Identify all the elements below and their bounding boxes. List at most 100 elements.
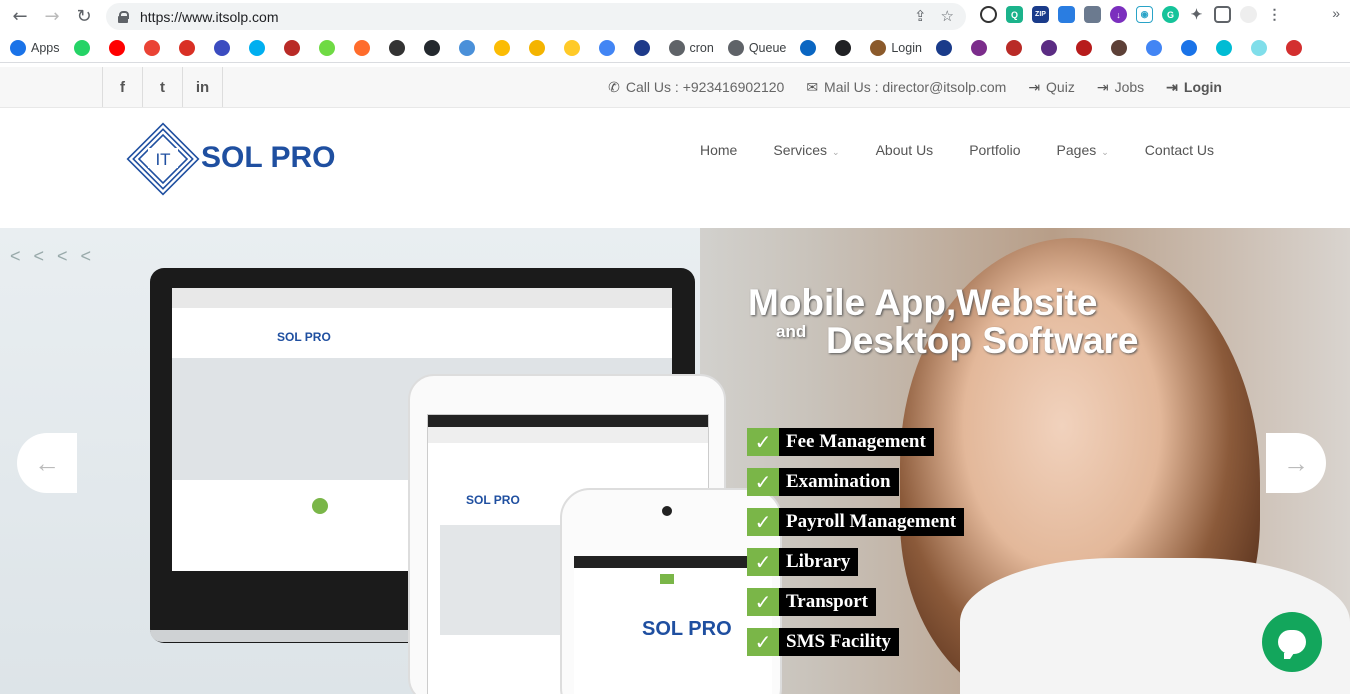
main-menu: Home Services ⌄ About Us Portfolio Pages ⌄ Cont… xyxy=(700,142,1250,158)
back-arrow-icon[interactable]: ← xyxy=(8,5,32,29)
facebook-icon[interactable]: f xyxy=(103,67,143,107)
hero-slider: < < < < SOL PRO SOL PRO SOL PRO Mobile A… xyxy=(0,228,1350,694)
quora-icon xyxy=(1005,39,1022,56)
grammarly-icon[interactable]: G xyxy=(1162,6,1179,23)
bookmark-item[interactable] xyxy=(1040,39,1062,56)
download-icon[interactable]: ↓ xyxy=(1110,6,1127,23)
bookmark-item[interactable] xyxy=(213,39,235,56)
headline-and: and xyxy=(776,322,807,341)
link-icon xyxy=(598,39,615,56)
feature-item: ✓ Transport xyxy=(747,588,964,616)
bookmark-item[interactable] xyxy=(563,39,585,56)
bookmark-item[interactable] xyxy=(178,39,200,56)
bookmark-item[interactable] xyxy=(1250,39,1272,56)
extension-q-icon[interactable]: Q xyxy=(1006,6,1023,23)
bookmark-item[interactable] xyxy=(800,39,821,56)
more-bookmarks-icon[interactable]: » xyxy=(1332,5,1340,21)
mail-link[interactable]: ✉ Mail Us : director@itsolp.com xyxy=(806,79,1006,96)
nav-item-pages[interactable]: Pages ⌄ xyxy=(1057,142,1109,158)
nav-item-label: Services xyxy=(773,142,828,158)
bookmark-item[interactable] xyxy=(835,39,856,56)
bookmark-item[interactable] xyxy=(318,39,340,56)
bookmark-item[interactable] xyxy=(970,39,992,56)
bookmark-item[interactable] xyxy=(458,39,480,56)
github-icon xyxy=(423,39,440,56)
url-text[interactable]: https://www.itsolp.com xyxy=(140,9,279,25)
jobs-link[interactable]: ⇥ Jobs xyxy=(1097,79,1144,96)
login-link[interactable]: ⇥ Login xyxy=(1166,79,1222,96)
share-icon[interactable]: ⇪ xyxy=(914,7,927,25)
quiz-link[interactable]: ⇥ Quiz xyxy=(1028,79,1075,96)
bookmark-item[interactable] xyxy=(493,39,515,56)
bookmark-item[interactable] xyxy=(1145,39,1167,56)
eye-icon[interactable]: ◉ xyxy=(1136,6,1153,23)
bookmark-item[interactable]: cron xyxy=(668,39,714,56)
bookmark-item[interactable] xyxy=(1285,39,1307,56)
bookmark-item[interactable] xyxy=(423,39,445,56)
sidepanel-icon[interactable] xyxy=(1214,6,1231,23)
address-bar[interactable]: https://www.itsolp.com ⇪ ☆ xyxy=(106,3,966,30)
bookmark-item[interactable] xyxy=(1110,39,1132,56)
monitor-icon[interactable] xyxy=(1084,6,1101,23)
bookmark-item[interactable]: Queue xyxy=(727,39,786,56)
checkmark-icon: ✓ xyxy=(747,588,779,616)
reload-icon[interactable]: ↻ xyxy=(72,5,96,29)
nav-item-services[interactable]: Services ⌄ xyxy=(773,142,839,158)
contact-info: ✆ Call Us : +923416902120 ✉ Mail Us : dire… xyxy=(608,67,1222,107)
bookmark-item[interactable] xyxy=(528,39,550,56)
social-links: f t in xyxy=(102,67,223,107)
bookmark-item[interactable] xyxy=(1005,39,1027,56)
bookmark-item[interactable] xyxy=(598,39,620,56)
bookmark-item[interactable] xyxy=(108,39,130,56)
site-logo[interactable]: IT SOL PRO xyxy=(126,122,356,202)
bookmark-item[interactable] xyxy=(248,39,270,56)
call-link[interactable]: ✆ Call Us : +923416902120 xyxy=(608,79,784,96)
bookmark-item[interactable] xyxy=(633,39,655,56)
bookmark-item[interactable] xyxy=(73,39,95,56)
bookmark-item[interactable] xyxy=(1215,39,1237,56)
bookmark-star-icon[interactable]: ☆ xyxy=(941,7,954,25)
feature-item: ✓ Examination xyxy=(747,468,964,496)
call-text: Call Us : +923416902120 xyxy=(625,78,785,95)
screen-icon[interactable] xyxy=(1058,6,1075,23)
svg-text:SOL PRO: SOL PRO xyxy=(201,141,335,174)
feature-label: Fee Management xyxy=(779,428,934,456)
bookmark-label: cron xyxy=(689,40,714,55)
bookmark-item[interactable] xyxy=(1075,39,1097,56)
bookmark-item[interactable]: Login xyxy=(870,39,922,56)
speed-icon[interactable] xyxy=(980,6,997,23)
bookmark-item[interactable] xyxy=(388,39,410,56)
bookmark-item[interactable]: Apps xyxy=(10,39,60,56)
decorative-chevrons: < < < < xyxy=(10,246,96,266)
puzzle-icon[interactable]: ✦ xyxy=(1188,6,1205,23)
feature-item: ✓ Fee Management xyxy=(747,428,964,456)
nav-item-about-us[interactable]: About Us xyxy=(876,142,934,158)
slides-icon xyxy=(528,39,545,56)
bookmark-item[interactable] xyxy=(143,39,165,56)
slider-prev-arrow-icon[interactable]: ← xyxy=(17,433,77,493)
cpanel-icon xyxy=(353,39,370,56)
bookmark-item[interactable] xyxy=(1180,39,1202,56)
nav-item-label: Pages xyxy=(1056,142,1097,158)
bookmark-item[interactable] xyxy=(283,39,305,56)
slider-next-arrow-icon[interactable]: → xyxy=(1266,433,1326,493)
linkedin-icon[interactable]: in xyxy=(183,67,223,107)
zip-icon[interactable]: ZIP xyxy=(1032,6,1049,23)
k-exclaim-icon xyxy=(1040,39,1057,56)
upwork-icon xyxy=(318,39,335,56)
code-icon xyxy=(1145,39,1162,56)
nav-item-home[interactable]: Home xyxy=(700,142,737,158)
bookmark-item[interactable] xyxy=(353,39,375,56)
forward-arrow-icon[interactable]: → xyxy=(40,5,64,29)
avatar[interactable] xyxy=(1240,6,1257,23)
twitter-icon[interactable]: t xyxy=(143,67,183,107)
bookmark-item[interactable] xyxy=(935,39,957,56)
nav-item-portfolio[interactable]: Portfolio xyxy=(969,142,1020,158)
jobs-text: Jobs xyxy=(1114,78,1145,95)
kebab-menu-icon[interactable]: ⋮ xyxy=(1266,6,1283,23)
sign-in-icon: ⇥ xyxy=(1166,78,1178,95)
nav-item-contact-us[interactable]: Contact Us xyxy=(1145,142,1214,158)
logo-diamond-icon: IT SOL PRO xyxy=(126,122,335,196)
drive-icon xyxy=(493,39,510,56)
chat-widget-button[interactable] xyxy=(1262,612,1322,672)
